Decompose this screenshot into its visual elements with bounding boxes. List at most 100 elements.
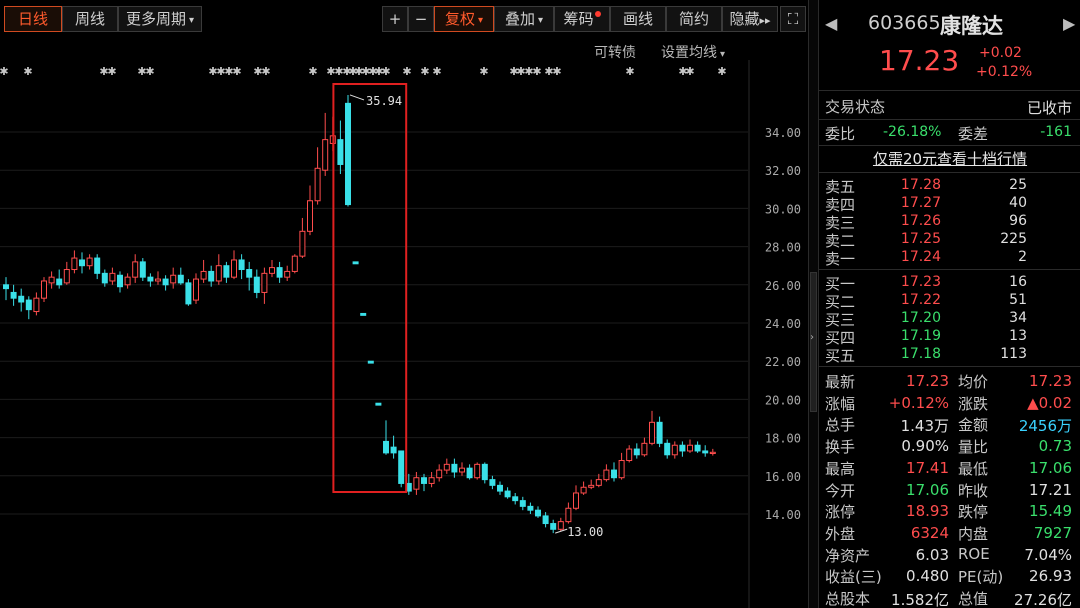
simple-mode-button[interactable]: 简约 bbox=[666, 6, 722, 32]
draw-line-button[interactable]: 画线 bbox=[610, 6, 666, 32]
book-level-price[interactable]: 17.28 bbox=[879, 177, 941, 193]
event-marker-icon[interactable]: ✱ bbox=[107, 65, 116, 78]
candle[interactable] bbox=[200, 270, 207, 280]
candle[interactable] bbox=[679, 444, 686, 452]
candle[interactable] bbox=[595, 479, 602, 486]
event-marker-icon[interactable]: ✱ bbox=[145, 65, 154, 78]
candle[interactable] bbox=[261, 272, 268, 293]
book-level-price[interactable]: 17.25 bbox=[879, 231, 941, 247]
candle[interactable] bbox=[56, 278, 63, 286]
candle[interactable] bbox=[527, 505, 534, 511]
chevron-right-icon[interactable]: › bbox=[810, 332, 814, 343]
candle[interactable] bbox=[443, 463, 450, 471]
candle[interactable] bbox=[147, 276, 154, 282]
candle[interactable] bbox=[390, 446, 397, 454]
candle[interactable] bbox=[694, 444, 701, 452]
book-level-price[interactable]: 17.23 bbox=[879, 274, 941, 290]
candle[interactable] bbox=[79, 259, 85, 267]
candle[interactable] bbox=[459, 467, 465, 473]
candle[interactable] bbox=[504, 490, 511, 498]
candle[interactable] bbox=[215, 265, 222, 282]
candle[interactable] bbox=[246, 269, 253, 278]
candle[interactable] bbox=[611, 469, 617, 479]
candle[interactable] bbox=[550, 523, 557, 530]
candle[interactable] bbox=[322, 139, 329, 171]
candle[interactable] bbox=[269, 267, 275, 274]
more-periods-dropdown[interactable]: 更多周期 ▾ bbox=[118, 6, 202, 32]
candle[interactable] bbox=[314, 167, 321, 202]
candle[interactable] bbox=[360, 312, 367, 316]
candle[interactable] bbox=[671, 444, 678, 456]
book-level-price[interactable]: 17.19 bbox=[879, 328, 941, 344]
candle[interactable] bbox=[124, 276, 131, 286]
candle[interactable] bbox=[117, 274, 123, 288]
candle[interactable] bbox=[542, 515, 549, 525]
candle[interactable] bbox=[33, 297, 40, 313]
candle[interactable] bbox=[383, 440, 389, 454]
event-marker-icon[interactable]: ✱ bbox=[532, 65, 541, 78]
candle[interactable] bbox=[185, 282, 192, 305]
candle[interactable] bbox=[352, 261, 359, 265]
book-level-price[interactable]: 17.24 bbox=[879, 249, 941, 265]
candle[interactable] bbox=[436, 469, 443, 479]
candle[interactable] bbox=[86, 257, 93, 267]
level2-promo-link[interactable]: 仅需20元查看十档行情 bbox=[819, 146, 1080, 172]
candle[interactable] bbox=[132, 261, 139, 278]
candle[interactable] bbox=[3, 284, 9, 290]
candle[interactable] bbox=[10, 291, 17, 299]
candle[interactable] bbox=[398, 450, 405, 484]
event-marker-icon[interactable]: ✱ bbox=[402, 65, 411, 78]
candle[interactable] bbox=[474, 463, 481, 479]
event-marker-icon[interactable]: ✱ bbox=[308, 65, 317, 78]
candle[interactable] bbox=[337, 139, 344, 165]
book-level-price[interactable]: 17.20 bbox=[879, 310, 941, 326]
candle[interactable] bbox=[223, 265, 230, 278]
candle[interactable] bbox=[565, 507, 572, 523]
event-marker-icon[interactable]: ✱ bbox=[717, 65, 726, 78]
candle[interactable] bbox=[101, 272, 108, 284]
candle[interactable] bbox=[709, 451, 716, 455]
candle[interactable] bbox=[291, 255, 298, 272]
book-level-price[interactable]: 17.27 bbox=[879, 195, 941, 211]
candle[interactable] bbox=[307, 200, 313, 232]
candle[interactable] bbox=[367, 360, 374, 364]
candle[interactable] bbox=[231, 259, 237, 278]
kline-chart-area[interactable]: 可转债 设置均线 ▾ 14.00 16.00 18.00 20.00 22.00 24.00… bbox=[0, 38, 808, 608]
hide-button[interactable]: 隐藏▸▸ bbox=[722, 6, 778, 32]
period-daily-button[interactable]: 日线 bbox=[4, 6, 62, 32]
candle[interactable] bbox=[71, 257, 78, 271]
book-level-price[interactable]: 17.18 bbox=[879, 346, 941, 362]
candle[interactable] bbox=[238, 259, 245, 271]
candle[interactable] bbox=[284, 270, 291, 278]
event-marker-icon[interactable]: ✱ bbox=[420, 65, 429, 78]
candle[interactable] bbox=[428, 477, 435, 484]
candle[interactable] bbox=[375, 402, 382, 406]
candle[interactable] bbox=[162, 278, 169, 286]
candle[interactable] bbox=[603, 469, 610, 481]
candle[interactable] bbox=[18, 295, 25, 303]
candle[interactable] bbox=[345, 102, 351, 206]
candle[interactable] bbox=[641, 442, 648, 456]
candle[interactable] bbox=[466, 467, 473, 479]
fullscreen-icon[interactable]: ⛶ bbox=[780, 6, 806, 32]
candle[interactable] bbox=[170, 274, 177, 284]
chips-button[interactable]: 筹码 bbox=[554, 6, 610, 32]
candle[interactable] bbox=[626, 448, 633, 462]
zoom-out-button[interactable]: − bbox=[408, 6, 434, 32]
candle[interactable] bbox=[299, 230, 306, 257]
candle[interactable] bbox=[276, 267, 283, 278]
candle[interactable] bbox=[109, 272, 116, 282]
candle[interactable] bbox=[25, 299, 32, 311]
candle[interactable] bbox=[512, 496, 519, 502]
event-marker-icon[interactable]: ✱ bbox=[261, 65, 270, 78]
candle[interactable] bbox=[633, 448, 640, 456]
candle[interactable] bbox=[557, 521, 564, 530]
candle[interactable] bbox=[48, 276, 55, 284]
candle[interactable] bbox=[208, 270, 215, 282]
candlestick-chart[interactable]: 14.00 16.00 18.00 20.00 22.00 24.00 26.00 28.00… bbox=[0, 38, 808, 608]
candle[interactable] bbox=[580, 486, 587, 494]
event-marker-icon[interactable]: ✱ bbox=[685, 65, 694, 78]
candle[interactable] bbox=[63, 269, 70, 284]
previous-stock-icon[interactable]: ◀ bbox=[825, 14, 837, 33]
candle[interactable] bbox=[139, 261, 146, 278]
